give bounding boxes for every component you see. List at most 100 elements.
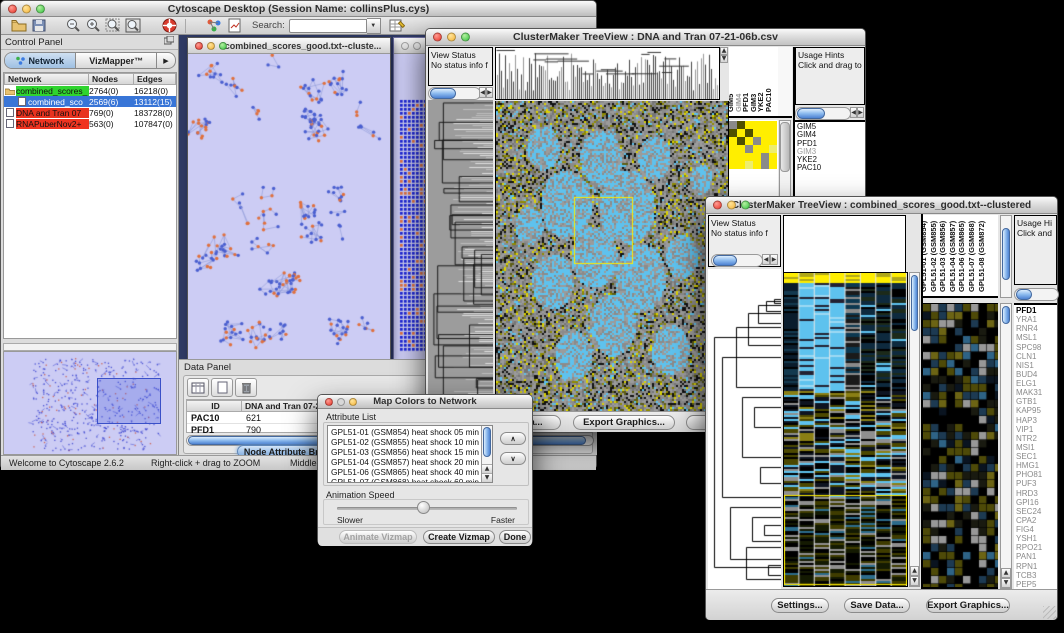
create-vizmap-button[interactable]: Create Vizmap	[423, 530, 495, 544]
minimize-button[interactable]	[447, 33, 456, 42]
scroll-up-button[interactable]: ▲	[482, 464, 492, 473]
gene-label[interactable]: SEC1	[1016, 452, 1057, 461]
zoom-in-icon[interactable]	[83, 17, 103, 35]
save-session-button[interactable]	[29, 17, 49, 35]
overview-viewport-rect[interactable]	[97, 378, 161, 424]
attribute-item[interactable]: GPL51-06 (GSM865) heat shock 40 min	[328, 467, 492, 477]
help-ring-icon[interactable]	[159, 17, 179, 35]
labels-vscrollbar[interactable]	[1000, 215, 1012, 298]
gene-label[interactable]: CPA2	[1016, 516, 1057, 525]
scroll-right-button[interactable]: ▶	[857, 107, 864, 118]
scroll-down-button[interactable]: ▼	[482, 473, 492, 482]
settings-button[interactable]: Settings...	[771, 598, 829, 613]
column-dendrogram-panel[interactable]	[783, 215, 906, 272]
delete-attribute-trash-icon[interactable]	[235, 378, 257, 397]
gene-label[interactable]: SPC98	[1016, 343, 1057, 352]
gene-label[interactable]: PEP5	[1016, 580, 1057, 589]
col-header-nodes[interactable]: Nodes	[89, 73, 134, 85]
gene-label[interactable]: SEC24	[1016, 507, 1057, 516]
attribute-item[interactable]: GPL51-04 (GSM857) heat shock 20 min	[328, 457, 492, 467]
scrollbar-thumb[interactable]	[430, 88, 456, 99]
scroll-down-button[interactable]: ▼	[910, 576, 919, 586]
gene-label[interactable]: YSH1	[1016, 534, 1057, 543]
gene-label[interactable]: PUF3	[1016, 479, 1057, 488]
attribute-list[interactable]: GPL51-01 (GSM854) heat shock 05 minGPL51…	[327, 425, 493, 483]
gene-label[interactable]: HMG1	[1016, 461, 1057, 470]
minimize-button[interactable]	[337, 398, 345, 406]
network-frame-1-titlebar[interactable]: combined_scores_good.txt--cluste...	[188, 38, 390, 54]
gene-label[interactable]: KAP95	[1016, 406, 1057, 415]
attribute-list-vscrollbar[interactable]: ▲ ▼	[481, 426, 492, 482]
network-row-combined-sco-selected[interactable]: combined_sco 2569(6) 13112(15)	[4, 96, 176, 107]
resize-grip[interactable]	[1043, 606, 1056, 619]
column-label[interactable]: GPL51-03 (GSM856)	[938, 221, 947, 292]
gene-label[interactable]: HRD3	[1016, 489, 1057, 498]
attribute-item[interactable]: GPL51-07 (GSM868) heat shock 60 min	[328, 477, 492, 483]
gene-label[interactable]: RPN1	[1016, 562, 1057, 571]
gene-label[interactable]: MSL1	[1016, 333, 1057, 342]
zoom-button[interactable]	[461, 33, 470, 42]
gene-label[interactable]: PFD1	[1016, 306, 1057, 315]
scroll-down-button[interactable]: ▼	[720, 55, 728, 63]
scroll-up-button[interactable]: ▲	[1001, 568, 1011, 578]
gene-label[interactable]: MAK31	[1016, 388, 1057, 397]
snapshot-icon[interactable]	[224, 17, 244, 35]
main-titlebar[interactable]: Cytoscape Desktop (Session Name: collins…	[1, 1, 596, 17]
dialog-titlebar[interactable]: Map Colors to Network	[318, 395, 532, 409]
row-dendrogram-canvas[interactable]	[708, 297, 781, 586]
scroll-up-button[interactable]: ▲	[720, 47, 728, 55]
gene-label[interactable]: GPI16	[1016, 498, 1057, 507]
scrollbar-thumb[interactable]	[797, 108, 825, 119]
frame1-close-button[interactable]	[195, 42, 203, 50]
network-row-combined-scores[interactable]: combined_scores_ 2764(0) 16218(0)	[4, 85, 176, 96]
move-down-button[interactable]: ∨	[500, 452, 526, 465]
gene-label[interactable]: GIM3	[797, 148, 865, 156]
scroll-up-button[interactable]: ▲	[910, 566, 919, 576]
network-row-rnapuber[interactable]: RNAPuberNov2+ 563(0) 107847(0)	[4, 118, 176, 129]
animate-vizmap-button[interactable]: Animate Vizmap	[339, 530, 417, 544]
zoom-button[interactable]	[741, 201, 750, 210]
scroll-left-button[interactable]: ◀	[762, 254, 770, 265]
column-label[interactable]: GPL51-04 (GSM857)	[948, 221, 957, 292]
close-button[interactable]	[325, 398, 333, 406]
gene-label[interactable]: YRA1	[1016, 315, 1057, 324]
scrollbar-thumb[interactable]	[1002, 306, 1010, 324]
close-button[interactable]	[713, 201, 722, 210]
save-data-button[interactable]: Save Data...	[844, 598, 910, 613]
row-dendrogram-canvas[interactable]	[428, 100, 493, 411]
gene-label[interactable]: FIG4	[1016, 525, 1057, 534]
column-label[interactable]: PAC10	[764, 88, 773, 112]
zoom-button[interactable]	[349, 398, 357, 406]
tabs-more-button[interactable]: ▶	[156, 53, 175, 68]
open-session-button[interactable]	[9, 17, 29, 35]
column-label[interactable]: GPL51-01 (GSM854)	[923, 221, 928, 292]
gene-label[interactable]: GTB1	[1016, 397, 1057, 406]
export-graphics-button[interactable]: Export Graphics...	[573, 415, 675, 430]
export-graphics-button[interactable]: Export Graphics...	[926, 598, 1010, 613]
network-overview-panel[interactable]	[3, 351, 177, 455]
scroll-left-button[interactable]: ◀	[479, 87, 486, 98]
attribute-item[interactable]: GPL51-02 (GSM855) heat shock 10 min	[328, 437, 492, 447]
search-dropdown-button[interactable]: ▼	[367, 18, 381, 34]
sub-heatmap-canvas[interactable]	[923, 304, 998, 587]
col-header-edges[interactable]: Edges	[134, 73, 176, 85]
frame2-close-button[interactable]	[401, 42, 409, 50]
vizmap-icon[interactable]	[204, 17, 224, 35]
data-col-id[interactable]: ID	[187, 400, 242, 412]
zoom-selected-icon[interactable]	[103, 17, 123, 35]
column-label[interactable]: GPL51-02 (GSM855)	[929, 221, 938, 292]
gene-label[interactable]: VIP1	[1016, 425, 1057, 434]
gene-label[interactable]: RNR4	[1016, 324, 1057, 333]
minimize-button[interactable]	[727, 201, 736, 210]
heatmap-canvas[interactable]	[784, 273, 907, 586]
scrollbar-thumb[interactable]	[911, 275, 918, 331]
gene-label[interactable]: TCB3	[1016, 571, 1057, 580]
table-view-icon[interactable]	[187, 378, 209, 397]
attribute-table-icon[interactable]	[387, 17, 407, 35]
gene-label[interactable]: GIM4	[797, 131, 865, 139]
network-row-dna-tran[interactable]: DNA and Tran 07 769(0) 183728(0)	[4, 107, 176, 118]
scrollbar-thumb[interactable]	[1002, 228, 1010, 280]
gene-label[interactable]: HAP3	[1016, 416, 1057, 425]
scroll-down-button[interactable]: ▼	[1001, 578, 1011, 588]
gene-label[interactable]: RPO21	[1016, 543, 1057, 552]
